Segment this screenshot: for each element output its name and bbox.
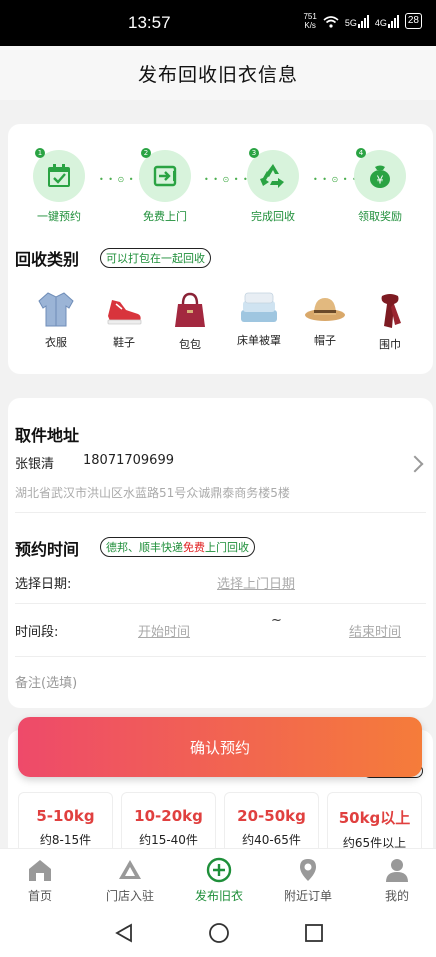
system-nav-bar [0,910,436,957]
yuan-reward-icon: ¥ [370,165,390,188]
status-time: 13:57 [128,13,171,32]
category-title: 回收类别 [15,250,80,269]
steps-category-card: 1 一键预约 • • ⊙ • • 2 免费上门 • • ⊙ • • 3 完成回收… [8,124,433,374]
location-icon [300,859,316,881]
appointment-title: 预约时间 [15,540,80,559]
category-item-hats[interactable]: 帽子 [297,290,353,348]
nav-store[interactable]: 门店入驻 [90,857,170,904]
app-header: 发布回收旧衣信息 [0,46,436,100]
start-time-picker[interactable]: 开始时间 [138,621,190,640]
step-3: 3 完成回收 [235,148,311,224]
jacket-icon [38,292,74,327]
address-title: 取件地址 [15,426,80,445]
sneaker-icon [107,300,142,325]
nav-profile[interactable]: 我的 [357,857,436,904]
battery-icon: 28 [404,13,422,29]
address-detail: 湖北省武汉市洪山区水蓝路51号众诚鼎泰商务楼5楼 [15,486,290,500]
divider [15,512,426,513]
contact-name: 张银清 [15,457,55,472]
add-circle-icon [206,857,232,883]
nav-nearby-orders[interactable]: 附近订单 [268,857,348,904]
signal-5g-icon: 5G [345,14,369,28]
category-item-bags[interactable]: 包包 [162,290,218,352]
date-label: 选择日期: [15,577,72,592]
category-item-clothes[interactable]: 衣服 [28,290,84,350]
time-separator: ~ [271,613,282,628]
handbag-icon [175,292,205,327]
nav-home[interactable]: 首页 [0,857,80,904]
divider [15,603,426,604]
scarf-icon [381,294,401,328]
divider [15,656,426,657]
remark-input[interactable]: 备注(选填) [15,672,77,691]
date-picker[interactable]: 选择上门日期 [217,573,295,592]
step-4: 4 ¥ 领取奖励 [342,148,418,224]
category-item-shoes[interactable]: 鞋子 [96,290,152,350]
period-label: 时间段: [15,625,59,640]
address-appointment-card: 取件地址 张银清 18071709699 湖北省武汉市洪山区水蓝路51号众诚鼎泰… [8,398,433,708]
calendar-check-icon [48,164,70,187]
net-speed: 751 K/s [303,12,317,30]
step-2: 2 免费上门 [127,148,203,224]
contact-phone: 18071709699 [83,453,174,468]
category-tag: 可以打包在一起回收 [100,248,211,268]
appointment-tag: 德邦、顺丰快递免费上门回收 [100,537,255,557]
page-title: 发布回收旧衣信息 [137,63,298,86]
confirm-booking-button[interactable]: 确认预约 [18,717,422,777]
home-circle-icon[interactable] [208,922,230,944]
status-indicators: 751 K/s 5G 4G 28 [303,12,422,30]
chevron-right-icon [406,455,424,473]
category-item-scarves[interactable]: 围巾 [362,290,418,352]
user-icon [386,859,408,882]
step-1: 1 一键预约 [21,148,97,224]
recycle-icon [260,164,284,188]
home-icon [29,860,51,881]
bedsheet-icon [241,292,277,322]
status-bar: 13:57 751 K/s 5G 4G 28 [0,0,436,46]
svg-text:¥: ¥ [377,174,384,187]
hat-icon [305,298,345,321]
category-item-bedsheets[interactable]: 床单被罩 [231,290,287,348]
nav-publish[interactable]: 发布旧衣 [179,857,259,904]
bottom-nav: 首页 门店入驻 发布旧衣 附近订单 我的 [0,848,436,910]
truck-icon [153,165,177,187]
signal-4g-icon: 4G [375,14,399,28]
store-icon [119,860,141,879]
recents-square-icon[interactable] [303,922,325,944]
wifi-icon [323,15,339,28]
end-time-picker[interactable]: 结束时间 [349,621,401,640]
back-triangle-icon[interactable] [113,922,135,944]
